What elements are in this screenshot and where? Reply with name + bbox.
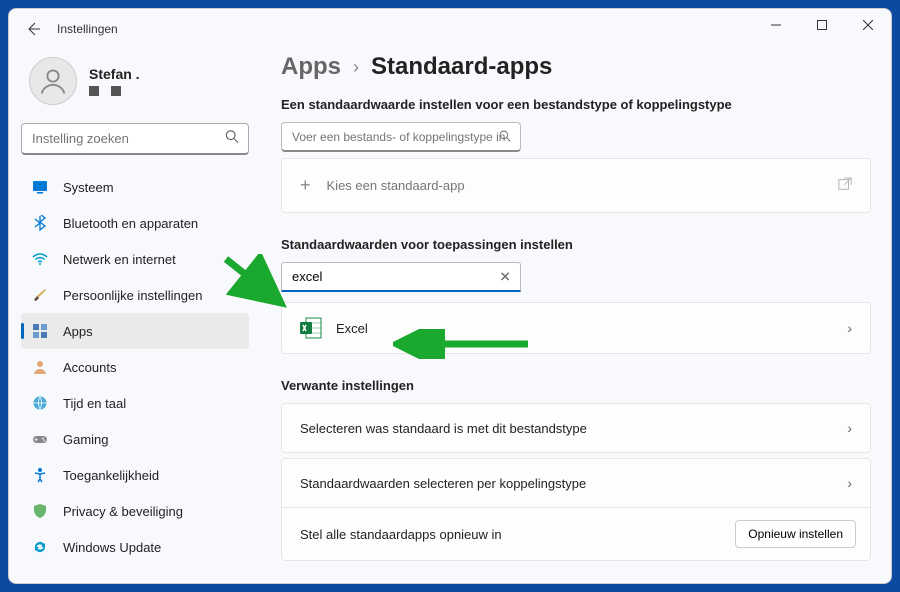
excel-icon — [300, 317, 322, 339]
filetype-input[interactable] — [281, 122, 521, 152]
titlebar: Instellingen — [9, 9, 891, 49]
sidebar-item-game[interactable]: Gaming — [21, 421, 249, 457]
avatar — [29, 57, 77, 105]
sidebar-item-label: Gaming — [63, 432, 109, 447]
sidebar-item-label: Persoonlijke instellingen — [63, 288, 202, 303]
back-button[interactable] — [17, 13, 49, 45]
close-icon — [863, 20, 873, 30]
chevron-right-icon: › — [847, 320, 852, 336]
search-input[interactable] — [21, 123, 249, 155]
sidebar-item-label: Bluetooth en apparaten — [63, 216, 198, 231]
access-icon — [31, 466, 49, 484]
apps-heading: Standaardwaarden voor toepassingen inste… — [281, 237, 871, 252]
wifi-icon — [31, 250, 49, 268]
shield-icon — [31, 502, 49, 520]
sidebar-item-access[interactable]: Toegankelijkheid — [21, 457, 249, 493]
maximize-button[interactable] — [799, 9, 845, 41]
maximize-icon — [817, 20, 827, 30]
related-filetype-label: Selecteren was standaard is met dit best… — [300, 421, 587, 436]
profile-sub — [89, 86, 140, 96]
brush-icon — [31, 286, 49, 304]
window-controls — [753, 9, 891, 41]
sidebar-item-update[interactable]: Windows Update — [21, 529, 249, 565]
arrow-left-icon — [25, 21, 41, 37]
reset-button[interactable]: Opnieuw instellen — [735, 520, 856, 548]
bluetooth-icon — [31, 214, 49, 232]
app-result-excel[interactable]: Excel › — [281, 302, 871, 354]
sidebar-item-label: Systeem — [63, 180, 114, 195]
breadcrumb: Apps › Standaard-apps — [281, 53, 871, 81]
chevron-right-icon: › — [847, 475, 852, 491]
nav-list: Systeem Bluetooth en apparaten Netwerk en … — [21, 169, 249, 565]
open-icon — [838, 177, 852, 194]
sidebar: Stefan . Systeem Bluetooth en apparaten Ne… — [9, 49, 261, 583]
minimize-button[interactable] — [753, 9, 799, 41]
sidebar-item-wifi[interactable]: Netwerk en internet — [21, 241, 249, 277]
game-icon — [31, 430, 49, 448]
sidebar-item-label: Privacy & beveiliging — [63, 504, 183, 519]
related-linktype-card[interactable]: Standaardwaarden selecteren per koppelin… — [281, 458, 871, 508]
person-icon — [31, 358, 49, 376]
related-linktype-label: Standaardwaarden selecteren per koppelin… — [300, 476, 586, 491]
chevron-right-icon: › — [353, 57, 359, 78]
choose-default-app-card[interactable]: + Kies een standaard-app — [281, 158, 871, 213]
sidebar-item-label: Toegankelijkheid — [63, 468, 159, 483]
sidebar-item-display[interactable]: Systeem — [21, 169, 249, 205]
sidebar-item-label: Netwerk en internet — [63, 252, 176, 267]
sidebar-item-bluetooth[interactable]: Bluetooth en apparaten — [21, 205, 249, 241]
globe-icon — [31, 394, 49, 412]
search-icon — [499, 129, 511, 147]
app-search-input[interactable] — [281, 262, 521, 292]
page-title: Standaard-apps — [371, 53, 552, 81]
sidebar-item-globe[interactable]: Tijd en taal — [21, 385, 249, 421]
update-icon — [31, 538, 49, 556]
reset-defaults-card: Stel alle standaardapps opnieuw in Opnie… — [281, 508, 871, 561]
related-heading: Verwante instellingen — [281, 378, 871, 393]
settings-search — [21, 123, 249, 155]
choose-app-label: Kies een standaard-app — [327, 178, 465, 193]
window-title: Instellingen — [57, 22, 118, 36]
sidebar-item-label: Accounts — [63, 360, 116, 375]
apps-icon — [31, 322, 49, 340]
minimize-icon — [771, 20, 781, 30]
sidebar-item-person[interactable]: Accounts — [21, 349, 249, 385]
profile-name: Stefan . — [89, 66, 140, 82]
main-content: Apps › Standaard-apps Een standaardwaard… — [261, 49, 891, 583]
sidebar-item-label: Tijd en taal — [63, 396, 126, 411]
sidebar-item-apps[interactable]: Apps — [21, 313, 249, 349]
settings-window: Instellingen Stefan . — [8, 8, 892, 584]
result-name: Excel — [336, 321, 368, 336]
reset-label: Stel alle standaardapps opnieuw in — [300, 527, 502, 542]
related-filetype-card[interactable]: Selecteren was standaard is met dit best… — [281, 403, 871, 453]
sidebar-item-brush[interactable]: Persoonlijke instellingen — [21, 277, 249, 313]
profile-block[interactable]: Stefan . — [21, 49, 249, 123]
person-icon — [38, 66, 68, 96]
sidebar-item-label: Apps — [63, 324, 93, 339]
breadcrumb-parent[interactable]: Apps — [281, 53, 341, 81]
display-icon — [31, 178, 49, 196]
plus-icon: + — [300, 175, 311, 196]
filetype-heading: Een standaardwaarde instellen voor een b… — [281, 97, 871, 112]
chevron-right-icon: › — [847, 420, 852, 436]
close-button[interactable] — [845, 9, 891, 41]
sidebar-item-label: Windows Update — [63, 540, 161, 555]
app-search-wrap: ✕ — [281, 262, 521, 292]
sidebar-item-shield[interactable]: Privacy & beveiliging — [21, 493, 249, 529]
clear-button[interactable]: ✕ — [499, 269, 511, 286]
search-icon — [225, 130, 239, 149]
